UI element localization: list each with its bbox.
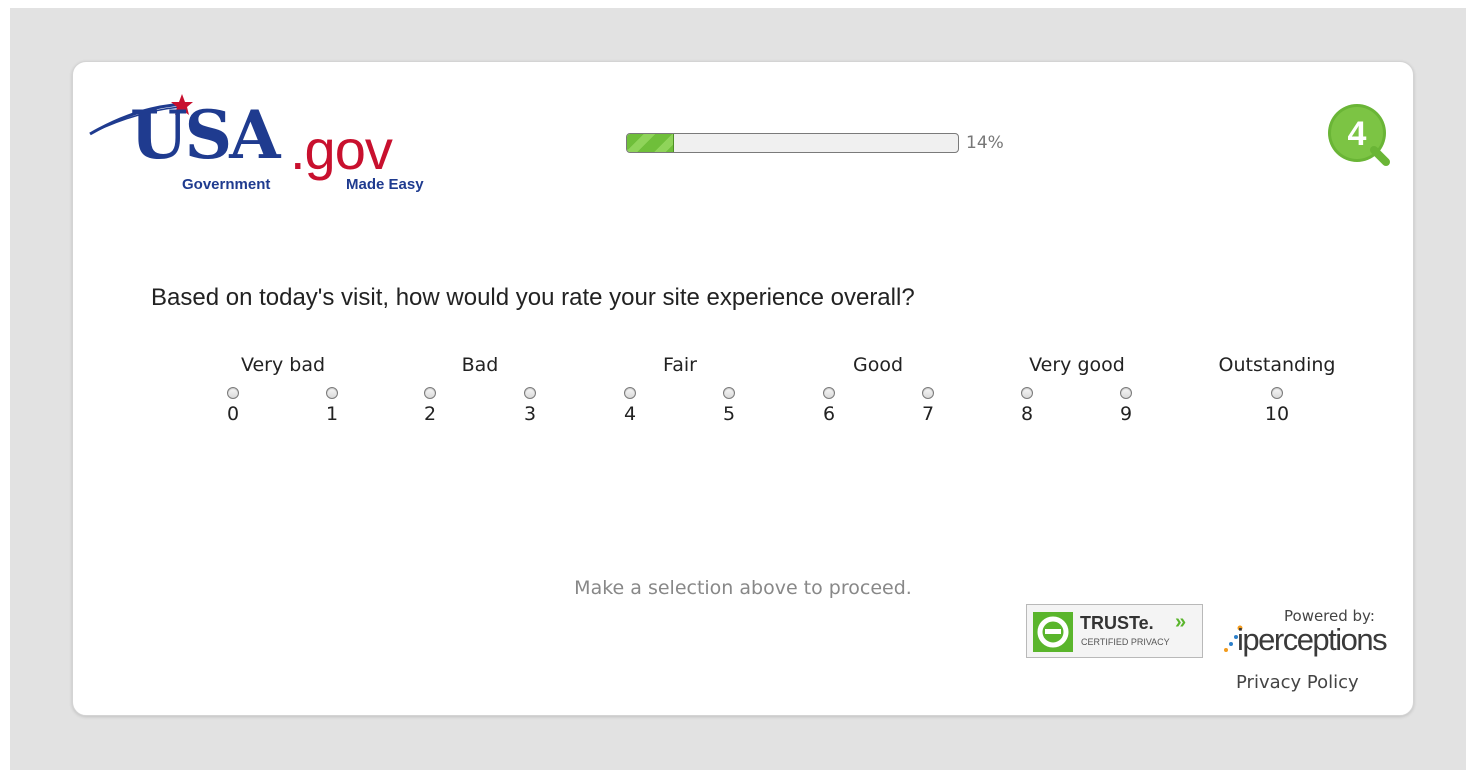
truste-arrows: » bbox=[1175, 611, 1187, 633]
progress-bar bbox=[626, 133, 959, 153]
4q-logo-number: 4 bbox=[1348, 115, 1367, 153]
privacy-policy-link[interactable]: Privacy Policy bbox=[1236, 672, 1359, 693]
logo-tagline-left: Government bbox=[182, 176, 271, 193]
rating-radio[interactable] bbox=[227, 387, 239, 399]
question-text: Based on today's visit, how would you ra… bbox=[151, 284, 915, 311]
rating-radio[interactable] bbox=[1120, 387, 1132, 399]
rating-radio[interactable] bbox=[1021, 387, 1033, 399]
rating-radio[interactable] bbox=[624, 387, 636, 399]
rating-value: 5 bbox=[722, 403, 736, 425]
rating-radio[interactable] bbox=[922, 387, 934, 399]
scale-label: Very good bbox=[1029, 354, 1125, 376]
iperceptions-brand: iperceptions bbox=[1237, 622, 1388, 657]
rating-option-4[interactable]: 4 bbox=[615, 387, 645, 425]
rating-radio[interactable] bbox=[823, 387, 835, 399]
rating-option-10[interactable]: 10 bbox=[1262, 387, 1292, 425]
rating-value: 6 bbox=[822, 403, 836, 425]
logo-usa-text: USA bbox=[130, 96, 280, 174]
rating-radio[interactable] bbox=[723, 387, 735, 399]
rating-value: 8 bbox=[1020, 403, 1034, 425]
truste-subtitle: CERTIFIED PRIVACY bbox=[1081, 637, 1170, 647]
scale-label: Good bbox=[852, 354, 904, 376]
rating-radio[interactable] bbox=[424, 387, 436, 399]
rating-radio[interactable] bbox=[326, 387, 338, 399]
truste-seal[interactable]: TRUSTe. » CERTIFIED PRIVACY bbox=[1026, 604, 1203, 658]
rating-option-2[interactable]: 2 bbox=[415, 387, 445, 425]
rating-radio[interactable] bbox=[524, 387, 536, 399]
rating-option-0[interactable]: 0 bbox=[218, 387, 248, 425]
rating-value: 0 bbox=[226, 403, 240, 425]
rating-option-8[interactable]: 8 bbox=[1012, 387, 1042, 425]
rating-radio[interactable] bbox=[1271, 387, 1283, 399]
rating-value: 10 bbox=[1264, 403, 1290, 425]
progress-percent: 14% bbox=[966, 133, 1004, 153]
truste-seal-icon bbox=[1033, 612, 1073, 652]
truste-name: TRUSTe. bbox=[1080, 613, 1154, 633]
rating-value: 1 bbox=[325, 403, 339, 425]
rating-value: 7 bbox=[921, 403, 935, 425]
usa-gov-logo: USA .gov Government Made Easy bbox=[88, 92, 433, 204]
rating-value: 4 bbox=[623, 403, 637, 425]
progress-bar-fill bbox=[627, 134, 675, 152]
rating-option-6[interactable]: 6 bbox=[814, 387, 844, 425]
rating-option-1[interactable]: 1 bbox=[317, 387, 347, 425]
rating-option-5[interactable]: 5 bbox=[714, 387, 744, 425]
rating-option-9[interactable]: 9 bbox=[1111, 387, 1141, 425]
rating-option-7[interactable]: 7 bbox=[913, 387, 943, 425]
logo-gov-text: .gov bbox=[290, 118, 393, 181]
rating-value: 9 bbox=[1119, 403, 1133, 425]
scale-label: Outstanding bbox=[1218, 354, 1336, 376]
rating-value: 2 bbox=[423, 403, 437, 425]
survey-card: USA .gov Government Made Easy 14% 4 Base… bbox=[72, 61, 1414, 716]
4q-logo-icon: 4 bbox=[1328, 104, 1390, 166]
rating-value: 3 bbox=[523, 403, 537, 425]
selection-hint: Make a selection above to proceed. bbox=[574, 577, 912, 599]
scale-label: Fair bbox=[663, 354, 697, 376]
rating-option-3[interactable]: 3 bbox=[515, 387, 545, 425]
logo-tagline-right: Made Easy bbox=[346, 176, 424, 193]
scale-label: Very bad bbox=[240, 354, 326, 376]
scale-label: Bad bbox=[461, 354, 499, 376]
iperceptions-logo[interactable]: iperceptions bbox=[1223, 620, 1393, 664]
